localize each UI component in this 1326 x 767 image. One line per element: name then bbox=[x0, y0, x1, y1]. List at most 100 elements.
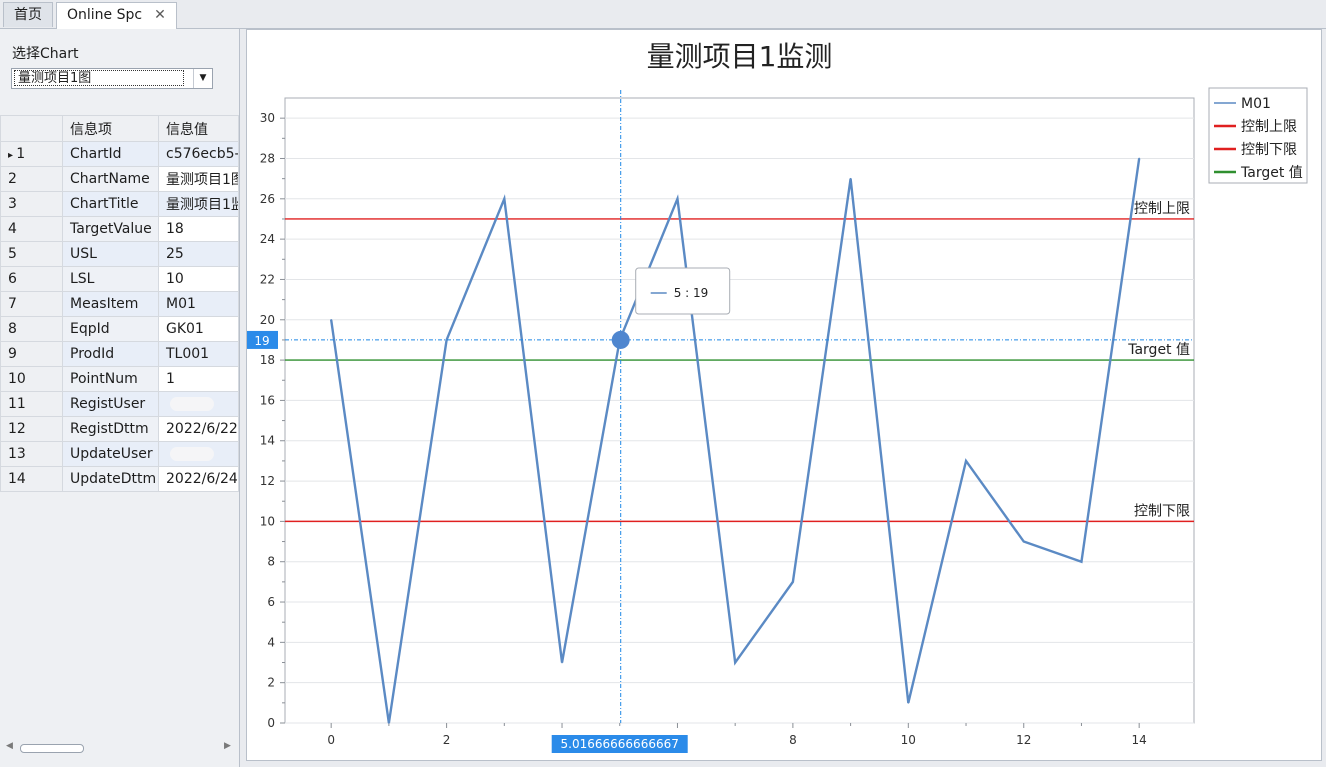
cell-item[interactable]: EqpId bbox=[62, 316, 159, 342]
table-row[interactable]: 12 RegistDttm 2022/6/22 bbox=[0, 416, 239, 442]
row-number[interactable]: 6 bbox=[0, 266, 63, 292]
cell-item[interactable]: UpdateUser bbox=[62, 441, 159, 467]
table-row[interactable]: 2 ChartName 量测项目1图 bbox=[0, 166, 239, 192]
cell-item[interactable]: TargetValue bbox=[62, 216, 159, 242]
crosshair-y-label: 19 bbox=[254, 334, 269, 348]
tab-online-spc[interactable]: Online Spc ✕ bbox=[56, 2, 177, 29]
table-row[interactable]: ▸ 1 ChartId c576ecb5- bbox=[0, 141, 239, 167]
table-row[interactable]: 5 USL 25 bbox=[0, 241, 239, 267]
grid-header-row: 信息项 信息值 bbox=[0, 115, 239, 142]
data-point bbox=[561, 661, 563, 664]
reference-line-label: 控制下限 bbox=[1134, 503, 1190, 519]
row-number-label: 9 bbox=[8, 346, 17, 362]
data-point bbox=[734, 661, 736, 664]
table-row[interactable]: 8 EqpId GK01 bbox=[0, 316, 239, 342]
data-point bbox=[849, 177, 852, 180]
table-row[interactable]: 11 RegistUser bbox=[0, 391, 239, 417]
data-point bbox=[388, 722, 390, 724]
cell-value[interactable]: GK01 bbox=[158, 316, 239, 342]
grid-header-value[interactable]: 信息值 bbox=[158, 115, 239, 142]
cell-value[interactable]: 25 bbox=[158, 241, 239, 267]
table-row[interactable]: 14 UpdateDttm 2022/6/24 bbox=[0, 466, 239, 492]
cell-item[interactable]: ChartTitle bbox=[62, 191, 159, 217]
cell-value[interactable]: 18 bbox=[158, 216, 239, 242]
cell-item[interactable]: UpdateDttm bbox=[62, 466, 159, 492]
cell-value[interactable]: c576ecb5- bbox=[158, 141, 239, 167]
row-number[interactable]: ▸ 1 bbox=[0, 141, 63, 167]
y-tick-label: 4 bbox=[267, 635, 275, 649]
legend-entry-label: 控制上限 bbox=[1241, 119, 1297, 135]
scroll-right-icon[interactable]: ▶ bbox=[224, 741, 231, 751]
scrollbar-thumb[interactable] bbox=[20, 744, 84, 753]
row-number[interactable]: 8 bbox=[0, 316, 63, 342]
cell-item[interactable]: RegistDttm bbox=[62, 416, 159, 442]
table-row[interactable]: 6 LSL 10 bbox=[0, 266, 239, 292]
cell-item[interactable]: LSL bbox=[62, 266, 159, 292]
table-row[interactable]: 7 MeasItem M01 bbox=[0, 291, 239, 317]
table-row[interactable]: 9 ProdId TL001 bbox=[0, 341, 239, 367]
cell-value[interactable]: 1 bbox=[158, 366, 239, 392]
cell-item[interactable]: RegistUser bbox=[62, 391, 159, 417]
row-number[interactable]: 14 bbox=[0, 466, 63, 492]
row-number-label: 14 bbox=[8, 471, 26, 487]
cell-item[interactable]: PointNum bbox=[62, 366, 159, 392]
row-number[interactable]: 5 bbox=[0, 241, 63, 267]
cell-value[interactable] bbox=[158, 391, 239, 417]
row-number[interactable]: 9 bbox=[0, 341, 63, 367]
redacted-value bbox=[170, 447, 214, 461]
cell-value[interactable]: M01 bbox=[158, 291, 239, 317]
cell-item[interactable]: ProdId bbox=[62, 341, 159, 367]
chart-select[interactable]: 量测项目1图 ▼ bbox=[11, 68, 213, 89]
row-number-label: 8 bbox=[8, 321, 17, 337]
left-panel: 选择Chart 量测项目1图 ▼ 信息项 信息值 ▸ 1 ChartId c576e… bbox=[0, 29, 240, 767]
data-point bbox=[503, 198, 506, 200]
spc-chart[interactable]: 量测项目1监测024681012141618202224262830024681… bbox=[247, 30, 1321, 760]
table-row[interactable]: 13 UpdateUser bbox=[0, 441, 239, 467]
grid-header-item[interactable]: 信息项 bbox=[62, 115, 159, 142]
reference-line-label: 控制上限 bbox=[1134, 201, 1190, 217]
cell-item[interactable]: MeasItem bbox=[62, 291, 159, 317]
chart-title: 量测项目1监测 bbox=[647, 40, 833, 73]
y-tick-label: 12 bbox=[260, 474, 275, 488]
close-icon[interactable]: ✕ bbox=[154, 7, 166, 23]
table-row[interactable]: 3 ChartTitle 量测项目1监 bbox=[0, 191, 239, 217]
row-number-label: 10 bbox=[8, 371, 26, 387]
row-number[interactable]: 7 bbox=[0, 291, 63, 317]
plot-area-border bbox=[284, 97, 1195, 724]
row-number[interactable]: 4 bbox=[0, 216, 63, 242]
chevron-down-icon[interactable]: ▼ bbox=[193, 69, 212, 88]
data-point bbox=[330, 318, 332, 321]
horizontal-scrollbar[interactable]: ◀ ▶ bbox=[4, 741, 232, 753]
redacted-value bbox=[170, 397, 214, 411]
cell-value[interactable]: 10 bbox=[158, 266, 239, 292]
cell-value[interactable] bbox=[158, 441, 239, 467]
cell-value[interactable]: TL001 bbox=[158, 341, 239, 367]
row-number[interactable]: 3 bbox=[0, 191, 63, 217]
row-number-label: 5 bbox=[8, 246, 17, 262]
row-number[interactable]: 2 bbox=[0, 166, 63, 192]
cell-value[interactable]: 2022/6/24 bbox=[158, 466, 239, 492]
row-number-label: 1 bbox=[16, 146, 26, 162]
row-number[interactable]: 13 bbox=[0, 441, 63, 467]
cell-item[interactable]: ChartId bbox=[62, 141, 159, 167]
table-row[interactable]: 4 TargetValue 18 bbox=[0, 216, 239, 242]
x-tick-label: 2 bbox=[443, 733, 451, 747]
y-tick-label: 30 bbox=[260, 111, 275, 125]
table-row[interactable]: 10 PointNum 1 bbox=[0, 366, 239, 392]
cell-item[interactable]: USL bbox=[62, 241, 159, 267]
cell-item[interactable]: ChartName bbox=[62, 166, 159, 192]
tab-online-spc-label: Online Spc bbox=[67, 7, 143, 23]
cell-value[interactable]: 2022/6/22 bbox=[158, 416, 239, 442]
row-number-label: 2 bbox=[8, 171, 17, 187]
row-number[interactable]: 11 bbox=[0, 391, 63, 417]
cell-value[interactable]: 量测项目1监 bbox=[158, 191, 239, 217]
x-tick-label: 12 bbox=[1016, 733, 1031, 747]
y-tick-label: 28 bbox=[260, 151, 275, 165]
cell-value[interactable]: 量测项目1图 bbox=[158, 166, 239, 192]
y-tick-label: 24 bbox=[260, 232, 275, 246]
row-number[interactable]: 12 bbox=[0, 416, 63, 442]
row-number[interactable]: 10 bbox=[0, 366, 63, 392]
grid-corner bbox=[0, 115, 63, 142]
tab-home[interactable]: 首页 bbox=[3, 2, 53, 27]
scroll-left-icon[interactable]: ◀ bbox=[6, 741, 13, 751]
